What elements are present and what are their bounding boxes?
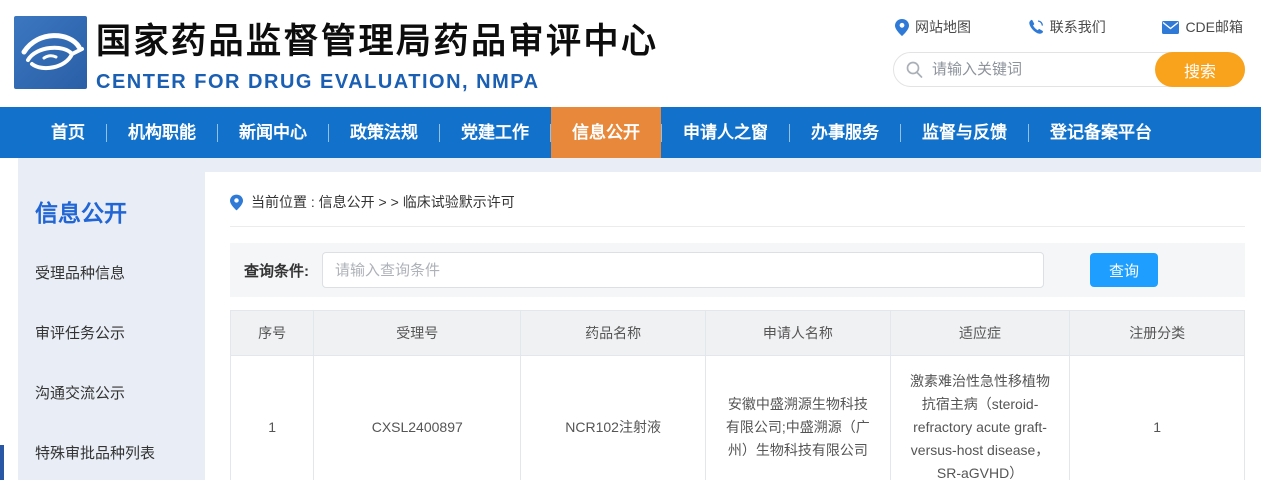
cell-acceptance-no: CXSL2400897 xyxy=(313,355,522,480)
nav-item-news[interactable]: 新闻中心 xyxy=(218,107,328,158)
nav-item-applicant-window[interactable]: 申请人之窗 xyxy=(662,107,789,158)
table-row: 1 CXSL2400897 NCR102注射液 安徽中盛溯源生物科技有限公司;中… xyxy=(229,355,1245,480)
sitemap-link[interactable]: 网站地图 xyxy=(895,17,971,37)
bottom-accent-bar xyxy=(0,445,4,480)
sidebar-item-review-tasks[interactable]: 审评任务公示 xyxy=(35,322,205,343)
mailbox-link[interactable]: CDE邮箱 xyxy=(1162,17,1243,37)
cell-drug-name: NCR102注射液 xyxy=(520,355,706,480)
content-area: 当前位置 : 信息公开 > > 临床试验默示许可 查询条件: 查询 序号 受理号… xyxy=(205,172,1261,480)
contact-link[interactable]: 联系我们 xyxy=(1028,17,1106,37)
page: 国家药品监督管理局药品审评中心 CENTER FOR DRUG EVALUATI… xyxy=(0,0,1261,480)
location-pin-icon xyxy=(895,18,909,36)
nav-item-registration-platform[interactable]: 登记备案平台 xyxy=(1029,107,1173,158)
nav-item-services[interactable]: 办事服务 xyxy=(790,107,900,158)
sidebar-item-communication[interactable]: 沟通交流公示 xyxy=(35,382,205,403)
site-titles: 国家药品监督管理局药品审评中心 CENTER FOR DRUG EVALUATI… xyxy=(96,13,659,94)
site-header: 国家药品监督管理局药品审评中心 CENTER FOR DRUG EVALUATI… xyxy=(0,0,1261,107)
cell-no: 1 xyxy=(229,355,315,480)
site-search-button[interactable]: 搜索 xyxy=(1155,52,1245,87)
nav-item-party-building[interactable]: 党建工作 xyxy=(440,107,550,158)
sidebar-item-accepted-varieties[interactable]: 受理品种信息 xyxy=(35,262,205,283)
site-title-en: CENTER FOR DRUG EVALUATION, NMPA xyxy=(96,71,540,93)
mailbox-label: CDE邮箱 xyxy=(1185,19,1243,35)
query-input[interactable] xyxy=(322,252,1044,288)
envelope-icon xyxy=(1162,20,1180,34)
query-button[interactable]: 查询 xyxy=(1090,253,1158,287)
header-right: 网站地图 联系我们 CDE邮箱 请输入关键词 搜索 xyxy=(893,17,1245,87)
column-header-applicant: 申请人名称 xyxy=(705,310,891,356)
search-icon xyxy=(906,61,923,78)
cell-reg-category: 1 xyxy=(1069,355,1245,480)
query-label: 查询条件: xyxy=(244,262,309,280)
main-nav: 首页 机构职能 新闻中心 政策法规 党建工作 信息公开 申请人之窗 办事服务 监… xyxy=(0,107,1261,158)
column-header-reg-category: 注册分类 xyxy=(1069,310,1245,356)
column-header-drug-name: 药品名称 xyxy=(520,310,706,356)
cell-applicant: 安徽中盛溯源生物科技有限公司;中盛溯源（广州）生物科技有限公司 xyxy=(705,355,891,480)
column-header-indication: 适应症 xyxy=(889,310,1071,356)
cde-logo xyxy=(14,16,87,89)
sitemap-label: 网站地图 xyxy=(915,19,971,35)
cell-indication: 激素难治性急性移植物抗宿主病（steroid-refractory acute … xyxy=(889,355,1071,480)
main-area: 信息公开 受理品种信息 审评任务公示 沟通交流公示 特殊审批品种列表 优先审评公… xyxy=(0,172,1261,480)
site-search: 搜索 xyxy=(893,52,1245,87)
sidebar: 信息公开 受理品种信息 审评任务公示 沟通交流公示 特殊审批品种列表 优先审评公… xyxy=(18,172,205,480)
nav-item-supervision-feedback[interactable]: 监督与反馈 xyxy=(901,107,1028,158)
query-panel: 查询条件: 查询 xyxy=(230,243,1245,297)
results-table: 序号 受理号 药品名称 申请人名称 适应症 注册分类 1 CXSL2400897… xyxy=(229,310,1245,480)
breadcrumb: 当前位置 : 信息公开 > > 临床试验默示许可 xyxy=(230,172,1245,227)
nav-item-organization[interactable]: 机构职能 xyxy=(107,107,217,158)
quick-links: 网站地图 联系我们 CDE邮箱 xyxy=(893,17,1245,37)
sidebar-title: 信息公开 xyxy=(35,200,127,226)
column-header-no: 序号 xyxy=(229,310,315,356)
sidebar-item-special-approval[interactable]: 特殊审批品种列表 xyxy=(35,442,205,463)
column-header-acceptance: 受理号 xyxy=(313,310,522,356)
location-pin-icon xyxy=(230,194,243,210)
breadcrumb-text: 当前位置 : 信息公开 > > 临床试验默示许可 xyxy=(251,194,515,210)
swan-logo-icon xyxy=(21,33,84,71)
nav-item-info-disclosure[interactable]: 信息公开 xyxy=(551,107,661,158)
site-title-cn: 国家药品监督管理局药品审评中心 xyxy=(96,22,659,61)
nav-item-policy[interactable]: 政策法规 xyxy=(329,107,439,158)
nav-item-home[interactable]: 首页 xyxy=(30,107,106,158)
spacer-band xyxy=(18,158,1261,172)
contact-label: 联系我们 xyxy=(1049,19,1106,35)
phone-icon xyxy=(1029,19,1043,34)
table-header-row: 序号 受理号 药品名称 申请人名称 适应症 注册分类 xyxy=(229,310,1245,356)
